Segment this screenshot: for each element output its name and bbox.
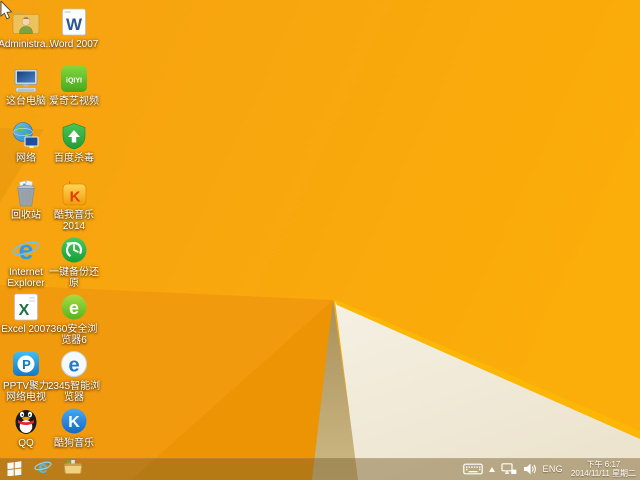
kuwo-k-icon: ♪ K xyxy=(58,177,90,209)
pptv-p-icon: P xyxy=(10,348,42,380)
desktop-icon-grid: Administra... W Word 2007 这台电脑 iQIYI 爱奇艺… xyxy=(0,6,100,462)
desktop-icon-360-browser[interactable]: e 360安全浏览器6 xyxy=(50,291,98,348)
desktop-icon-recycle-bin[interactable]: 回收站 xyxy=(2,177,50,234)
icon-label: 360安全浏览器6 xyxy=(50,324,98,346)
desktop-icon-word-2007[interactable]: W Word 2007 xyxy=(50,6,98,63)
language-indicator[interactable]: ENG xyxy=(543,464,563,474)
desktop-icon-baidu-antivirus[interactable]: 百度杀毒 xyxy=(50,120,98,177)
show-hidden-icons-button[interactable] xyxy=(488,458,495,480)
user-folder-icon xyxy=(10,6,42,38)
desktop-icon-onekey-backup[interactable]: 一键备份还原 xyxy=(49,234,99,291)
svg-text:P: P xyxy=(22,357,31,372)
excel-document-icon: X xyxy=(10,291,42,323)
desktop-icon-internet-explorer[interactable]: e Internet Explorer xyxy=(2,234,50,291)
desktop-icon-excel-2007[interactable]: X Excel 2007 xyxy=(1,291,51,348)
network-status-icon[interactable] xyxy=(500,458,517,480)
iqiyi-icon: iQIYI xyxy=(58,63,90,95)
desktop-icon-pptv[interactable]: P PPTV聚力 网络电视 xyxy=(2,348,50,405)
icon-label: 一键备份还原 xyxy=(49,267,99,289)
svg-text:e: e xyxy=(69,298,79,318)
recycle-bin-icon xyxy=(10,177,42,209)
folder-icon xyxy=(63,458,83,480)
qq-penguin-icon xyxy=(10,405,42,437)
backup-clock-icon xyxy=(58,234,90,266)
chevron-up-icon xyxy=(488,466,495,472)
volume-icon[interactable] xyxy=(523,458,537,480)
desktop-icon-network[interactable]: 网络 xyxy=(2,120,50,177)
clock[interactable]: 下午 6:17 2014/11/11 星期二 xyxy=(569,460,636,479)
icon-label: 爱奇艺视频 xyxy=(49,96,99,107)
clock-date: 2014/11/11 星期二 xyxy=(570,469,636,478)
2345-browser-e-icon: e xyxy=(58,348,90,380)
svg-text:W: W xyxy=(66,15,83,34)
word-document-icon: W xyxy=(58,6,90,38)
desktop-icon-2345-browser[interactable]: e 2345智能浏览器 xyxy=(48,348,100,405)
svg-text:e: e xyxy=(68,355,79,377)
icon-label: 酷我音乐 2014 xyxy=(54,210,94,232)
desktop-icon-this-pc[interactable]: 这台电脑 xyxy=(2,63,50,120)
system-tray: ENG 下午 6:17 2014/11/11 星期二 xyxy=(462,458,640,480)
computer-icon xyxy=(10,63,42,95)
svg-text:X: X xyxy=(19,302,30,319)
ie-icon: e xyxy=(33,457,53,480)
taskbar: e ENG 下午 6:17 2014/11/11 星期二 xyxy=(0,458,640,480)
taskbar-file-explorer[interactable] xyxy=(58,458,88,480)
icon-label: 酷狗音乐 xyxy=(54,438,94,449)
desktop: Administra... W Word 2007 这台电脑 iQIYI 爱奇艺… xyxy=(0,0,640,480)
desktop-icon-qq[interactable]: QQ xyxy=(2,405,50,462)
mouse-cursor xyxy=(0,1,13,20)
shield-icon xyxy=(58,120,90,152)
desktop-icon-kugou[interactable]: K 酷狗音乐 xyxy=(50,405,98,462)
svg-text:iQIYI: iQIYI xyxy=(66,78,82,85)
icon-label: Word 2007 xyxy=(49,39,99,50)
start-button[interactable] xyxy=(0,458,28,480)
svg-text:K: K xyxy=(68,414,80,431)
360-browser-e-icon: e xyxy=(58,291,90,323)
touch-keyboard-icon[interactable] xyxy=(462,458,483,480)
taskbar-internet-explorer[interactable]: e xyxy=(28,458,58,480)
svg-text:e: e xyxy=(18,235,33,265)
icon-label: 百度杀毒 xyxy=(54,153,94,164)
windows-logo-icon xyxy=(5,457,24,480)
globe-network-icon xyxy=(10,120,42,152)
icon-label: 2345智能浏览器 xyxy=(47,381,101,403)
ie-icon: e xyxy=(10,234,42,266)
desktop-icon-iqiyi[interactable]: iQIYI 爱奇艺视频 xyxy=(49,63,99,120)
kugou-k-icon: K xyxy=(58,405,90,437)
desktop-icon-kuwo-music[interactable]: ♪ K 酷我音乐 2014 xyxy=(50,177,98,234)
svg-text:K: K xyxy=(70,189,81,206)
clock-time: 下午 6:17 xyxy=(586,459,621,469)
